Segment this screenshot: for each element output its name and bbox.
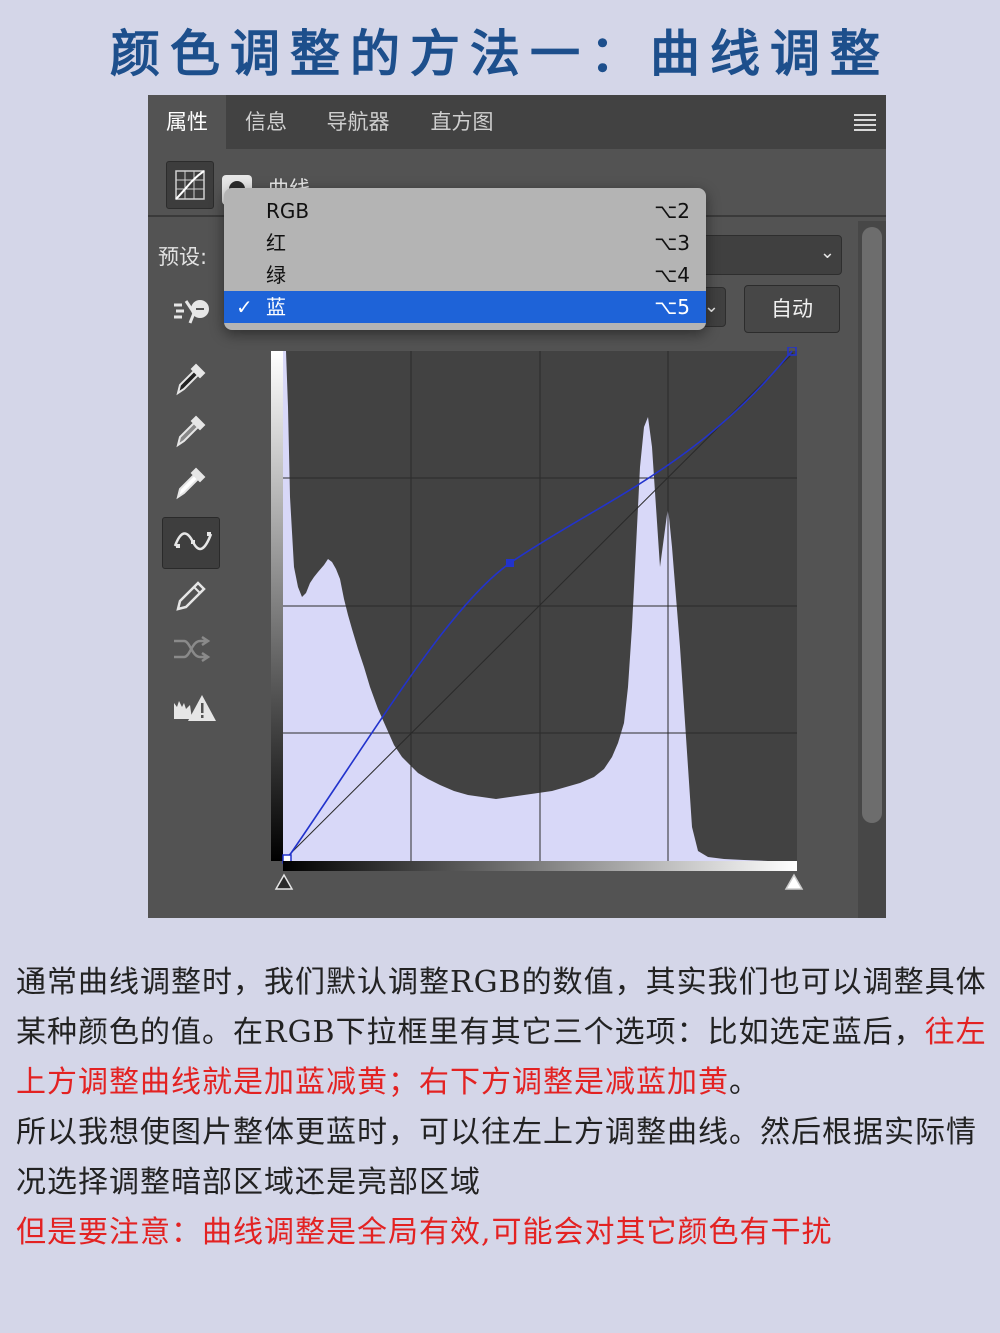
black-point-eyedropper-icon[interactable] <box>162 353 218 403</box>
tab-properties[interactable]: 属性 <box>148 95 226 149</box>
curve-point-mid[interactable] <box>506 559 514 567</box>
description-warning: 但是要注意：曲线调整是全局有效,可能会对其它颜色有干扰 <box>16 1215 833 1250</box>
dropdown-item-shortcut: ⌥3 <box>654 231 690 255</box>
check-icon: ✓ <box>236 295 253 319</box>
dropdown-item-blue[interactable]: ✓ 蓝 ⌥5 <box>224 291 706 323</box>
curves-graph[interactable] <box>268 347 814 907</box>
tab-histogram[interactable]: 直方图 <box>412 95 512 149</box>
channel-dropdown-menu: RGB ⌥2 红 ⌥3 绿 ⌥4 ✓ 蓝 ⌥5 <box>224 188 706 330</box>
dropdown-item-shortcut: ⌥4 <box>654 263 690 287</box>
chevron-down-icon: ⌄ <box>819 242 835 263</box>
dropdown-item-red[interactable]: 红 ⌥3 <box>224 227 706 259</box>
tab-info[interactable]: 信息 <box>228 95 304 149</box>
panel-scrollbar[interactable] <box>858 221 886 918</box>
scrollbar-thumb[interactable] <box>862 227 882 823</box>
input-gradient-bar <box>283 861 797 871</box>
preset-label: 预设: <box>158 245 208 269</box>
dropdown-item-rgb[interactable]: RGB ⌥2 <box>224 195 706 227</box>
chevron-down-icon: ⌄ <box>703 296 719 317</box>
on-image-adjust-icon[interactable] <box>162 285 218 335</box>
pencil-icon[interactable] <box>162 571 218 621</box>
dropdown-item-shortcut: ⌥5 <box>654 295 690 319</box>
dropdown-item-green[interactable]: 绿 ⌥4 <box>224 259 706 291</box>
description-paragraph-1: 通常曲线调整时，我们默认调整RGB的数值，其实我们也可以调整具体某种颜色的值。在… <box>16 965 987 1050</box>
gray-point-eyedropper-icon[interactable] <box>162 405 218 455</box>
dropdown-item-label: 绿 <box>266 263 286 287</box>
description-paragraph-2: 所以我想使图片整体更蓝时，可以往左上方调整曲线。然后根据实际情况选择调整暗部区域… <box>16 1115 977 1200</box>
description-paragraph-1-end: 。 <box>729 1065 760 1100</box>
black-input-slider[interactable] <box>274 873 294 890</box>
dropdown-item-label: 红 <box>266 231 286 255</box>
tab-navigator[interactable]: 导航器 <box>308 95 408 149</box>
white-input-slider[interactable] <box>784 873 804 890</box>
smooth-curve-icon[interactable] <box>162 623 218 673</box>
tab-bar: 属性 信息 导航器 直方图 <box>148 95 886 149</box>
dropdown-item-label: RGB <box>266 199 310 223</box>
page-title: 颜色调整的方法一：曲线调整 <box>110 24 890 83</box>
hamburger-menu-icon[interactable] <box>854 111 876 133</box>
curve-point-tool-icon[interactable] <box>162 517 220 569</box>
clipping-warning-icon[interactable] <box>162 683 218 733</box>
dropdown-item-label: 蓝 <box>266 295 286 319</box>
dropdown-item-shortcut: ⌥2 <box>654 199 690 223</box>
output-gradient-bar <box>271 351 283 861</box>
auto-button[interactable]: 自动 <box>744 285 840 333</box>
description-text: 通常曲线调整时，我们默认调整RGB的数值，其实我们也可以调整具体某种颜色的值。在… <box>16 958 991 1258</box>
white-point-eyedropper-icon[interactable] <box>162 457 218 507</box>
curves-adjustment-icon[interactable] <box>166 161 214 209</box>
